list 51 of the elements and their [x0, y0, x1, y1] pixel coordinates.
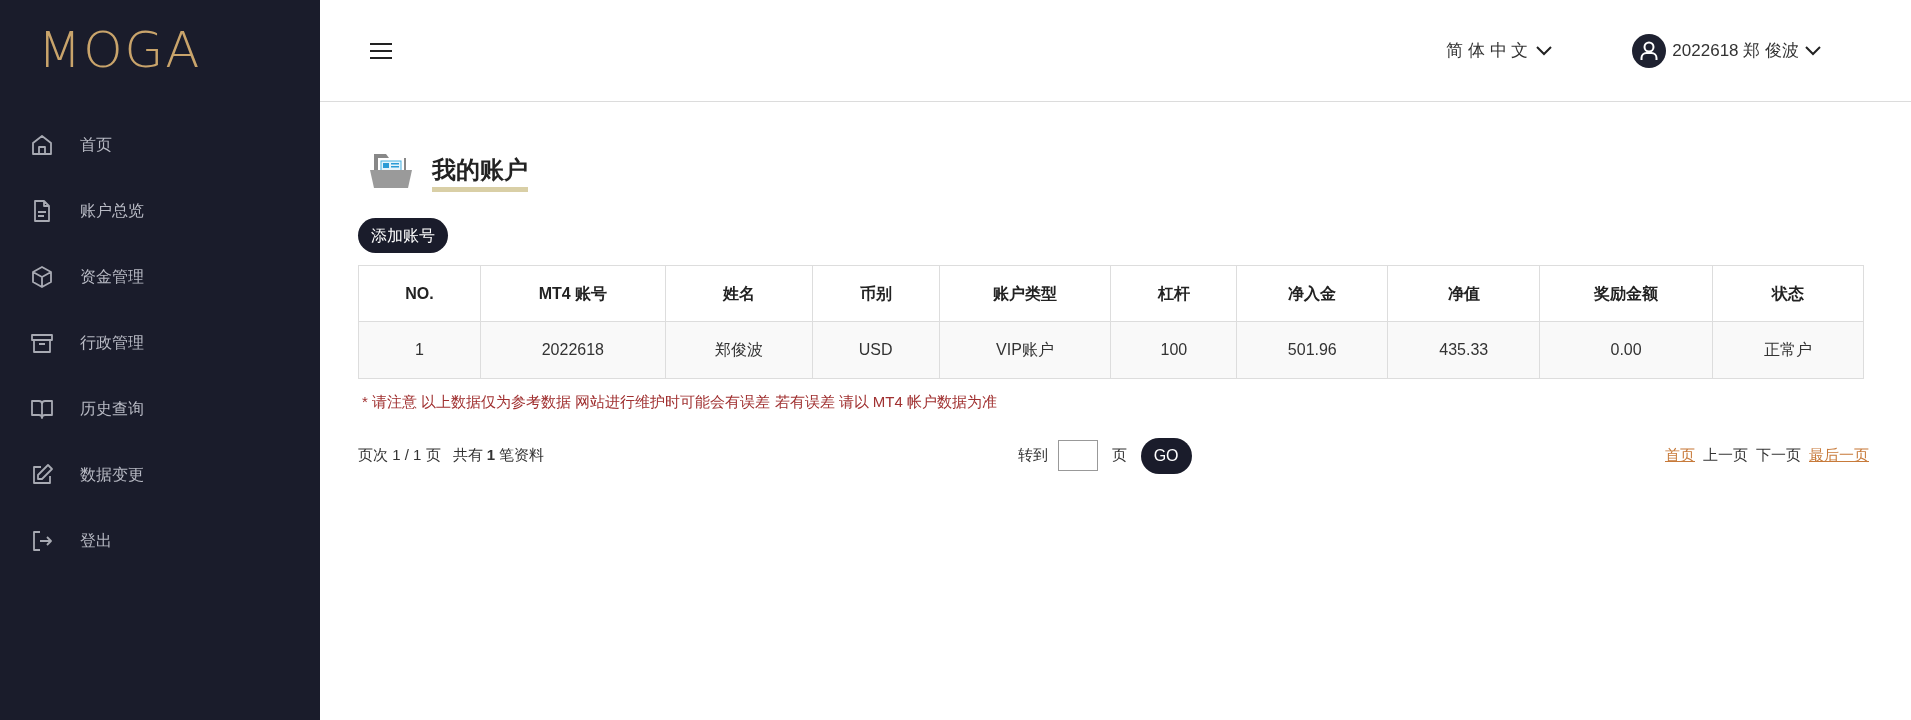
page-input[interactable]	[1057, 440, 1098, 471]
column-header: 币别	[812, 265, 940, 322]
page-info: 页次 1 / 1 页	[358, 445, 441, 466]
sidebar-item[interactable]: 登出	[0, 508, 320, 574]
book-icon	[30, 397, 54, 421]
chevron-icon	[1536, 45, 1553, 56]
table-cell: 501.96	[1236, 321, 1388, 379]
chevron-icon	[1805, 45, 1821, 56]
column-header: 奖励金额	[1539, 265, 1713, 322]
logout-icon	[30, 529, 54, 553]
sidebar-item[interactable]: 历史查询	[0, 376, 320, 442]
column-header: NO.	[358, 265, 481, 322]
avatar-icon	[1632, 33, 1667, 68]
sidebar-item[interactable]: 账户总览	[0, 178, 320, 244]
column-header: 杠杆	[1110, 265, 1237, 322]
archive-icon	[30, 331, 54, 355]
sidebar-item[interactable]: 数据变更	[0, 442, 320, 508]
goto-label: 转到	[1017, 445, 1048, 466]
menu-icon[interactable]	[370, 42, 392, 59]
page-title: 我的账户	[432, 155, 528, 192]
table-cell: 正常户	[1712, 321, 1864, 379]
add-account-button[interactable]: 添加账号	[358, 218, 448, 253]
page-link[interactable]: 最后一页	[1809, 444, 1869, 467]
sidebar-item[interactable]: 行政管理	[0, 310, 320, 376]
table-cell: 2022618	[480, 321, 666, 379]
column-header: 状态	[1712, 265, 1864, 322]
edit-icon	[30, 463, 54, 487]
sidebar-item[interactable]: 首页	[0, 112, 320, 178]
column-header: 净入金	[1236, 265, 1388, 322]
go-button[interactable]: GO	[1140, 437, 1192, 474]
table-cell: 100	[1110, 321, 1237, 379]
table-cell: 0.00	[1539, 321, 1713, 379]
page-link[interactable]: 首页	[1665, 444, 1695, 467]
language-selector[interactable]: 简 体 中 文	[1446, 37, 1553, 64]
table-cell: 435.33	[1387, 321, 1540, 379]
user-menu[interactable]: 2022618 郑 俊波	[1632, 33, 1821, 68]
column-header: 净值	[1387, 265, 1540, 322]
column-header: 姓名	[665, 265, 813, 322]
column-header: 账户类型	[939, 265, 1111, 322]
home-icon	[30, 133, 54, 157]
table-cell: VIP账户	[939, 321, 1111, 379]
page-unit: 页	[1111, 445, 1127, 466]
notice-text: * 请注意 以上数据仅为参考数据 网站进行维护时可能会有误差 若有误差 请以 MT4 帐户数据为准	[362, 392, 998, 412]
cube-icon	[30, 265, 54, 289]
column-header: MT4 账号	[480, 265, 666, 322]
record-count: 共有 1 笔资料	[452, 445, 545, 466]
logo[interactable]: MOGA	[38, 25, 202, 75]
table-cell: USD	[812, 321, 940, 379]
table-cell: 1	[358, 321, 481, 379]
table-cell: 郑俊波	[665, 321, 813, 379]
sidebar-item[interactable]: 资金管理	[0, 244, 320, 310]
